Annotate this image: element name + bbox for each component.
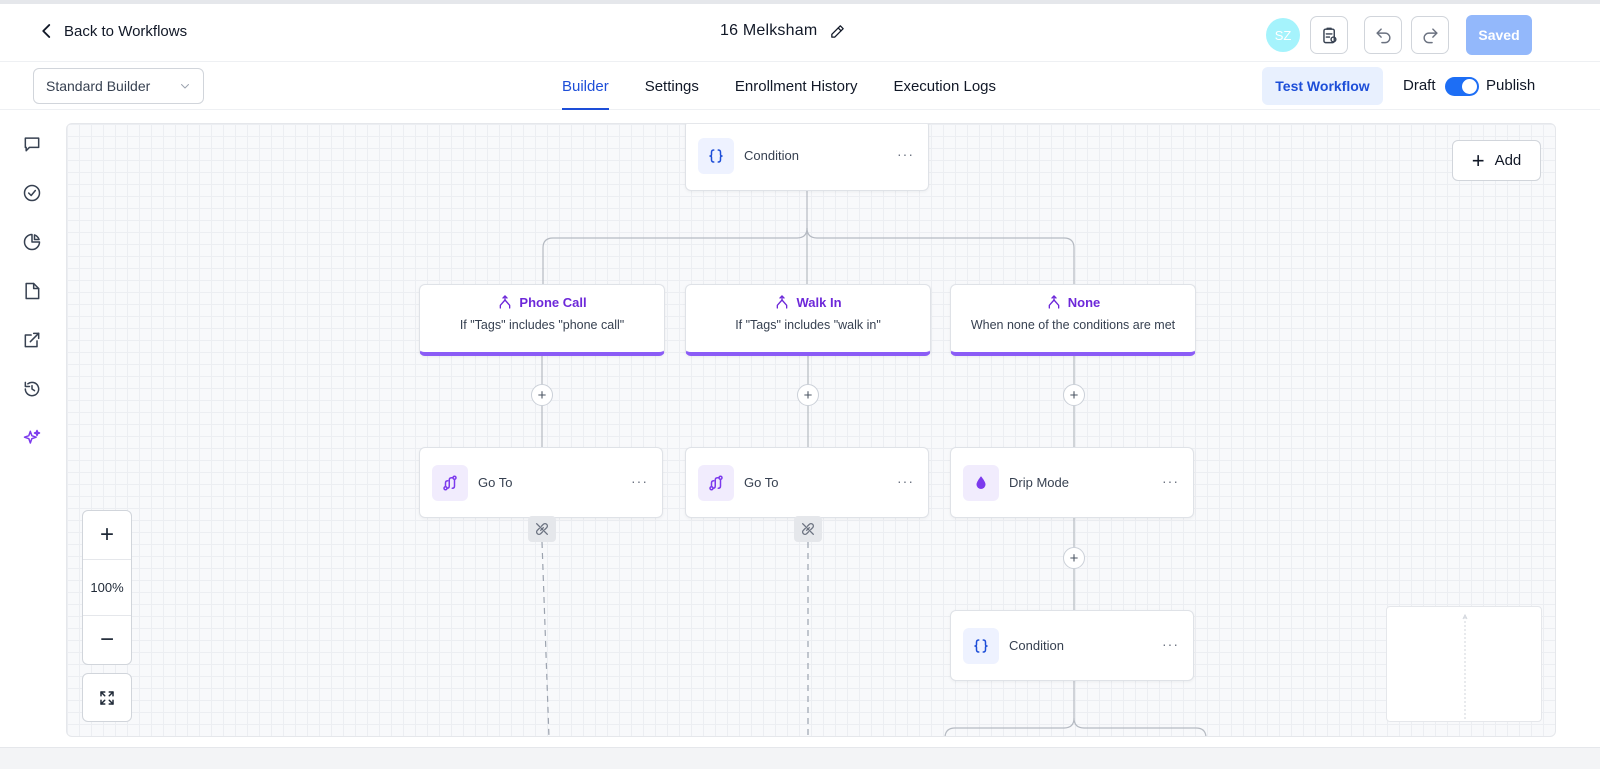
workflow-canvas[interactable]: Condition ··· Phone Call If "Tags" inclu… — [66, 123, 1556, 737]
add-button[interactable]: + Add — [1452, 140, 1541, 181]
chat-icon[interactable] — [20, 132, 44, 156]
route-icon — [432, 464, 468, 501]
back-to-workflows-link[interactable]: Back to Workflows — [38, 22, 187, 40]
branch-subtitle: When none of the conditions are met — [970, 318, 1176, 332]
tab-execution-logs[interactable]: Execution Logs — [893, 62, 996, 110]
zoom-in-button[interactable]: + — [83, 511, 131, 559]
braces-icon — [698, 137, 734, 174]
more-options-icon[interactable]: ··· — [897, 474, 914, 488]
add-label: Add — [1494, 152, 1522, 169]
undo-button[interactable] — [1364, 16, 1402, 54]
more-options-icon[interactable]: ··· — [1162, 474, 1179, 488]
node-label: Condition — [1009, 638, 1064, 653]
tab-enrollment-history[interactable]: Enrollment History — [735, 62, 858, 110]
connector-lines — [541, 190, 1207, 736]
condition-node-top[interactable]: Condition ··· — [685, 124, 929, 191]
branch-subtitle: If "Tags" includes "phone call" — [459, 318, 625, 332]
clipboard-icon — [1322, 27, 1337, 43]
more-options-icon[interactable]: ··· — [1162, 637, 1179, 651]
tab-bar: Builder Settings Enrollment History Exec… — [562, 62, 996, 110]
clipboard-button[interactable] — [1310, 16, 1348, 54]
top-header: Back to Workflows 16 Melksham SZ Saved — [0, 4, 1600, 62]
check-circle-icon[interactable] — [20, 181, 44, 205]
route-icon — [698, 464, 734, 501]
saved-button[interactable]: Saved — [1466, 15, 1532, 55]
pie-chart-icon[interactable] — [20, 230, 44, 254]
branch-node-phone-call[interactable]: Phone Call If "Tags" includes "phone cal… — [419, 284, 665, 356]
branch-subtitle: If "Tags" includes "walk in" — [735, 318, 881, 332]
zoom-out-button[interactable]: − — [83, 616, 131, 664]
node-label: Go To — [478, 475, 513, 490]
node-label: Go To — [744, 475, 779, 490]
add-step-button[interactable]: + — [797, 384, 819, 406]
add-step-button[interactable]: + — [1063, 547, 1085, 569]
branch-icon — [500, 295, 511, 309]
goto-node-1[interactable]: Go To ··· — [419, 447, 663, 518]
braces-icon — [963, 627, 999, 664]
node-label: Drip Mode — [1009, 475, 1069, 490]
condition-node-bottom[interactable]: Condition ··· — [950, 610, 1194, 681]
drip-mode-node[interactable]: Drip Mode ··· — [950, 447, 1194, 518]
builder-select-value: Standard Builder — [46, 78, 151, 94]
expand-icon — [100, 690, 114, 705]
broken-link-icon[interactable] — [794, 516, 822, 542]
history-icon[interactable] — [20, 377, 44, 401]
workflow-name: 16 Melksham — [720, 22, 818, 39]
pencil-icon[interactable] — [829, 23, 846, 40]
publish-label: Publish — [1486, 77, 1536, 94]
sub-header: Standard Builder Builder Settings Enroll… — [0, 62, 1600, 110]
goto-node-2[interactable]: Go To ··· — [685, 447, 929, 518]
test-workflow-button[interactable]: Test Workflow — [1262, 67, 1383, 105]
node-label: Condition — [744, 148, 799, 163]
fit-view-button[interactable] — [82, 673, 132, 722]
tab-builder[interactable]: Builder — [562, 62, 609, 110]
redo-button[interactable] — [1411, 16, 1449, 54]
branch-node-walk-in[interactable]: Walk In If "Tags" includes "walk in" — [685, 284, 931, 356]
more-options-icon[interactable]: ··· — [897, 147, 914, 161]
builder-select[interactable]: Standard Builder — [33, 68, 204, 104]
redo-icon — [1423, 27, 1438, 43]
toggle-knob — [1462, 79, 1477, 94]
left-rail — [0, 111, 66, 741]
branch-title: Phone Call — [519, 294, 587, 310]
external-link-icon[interactable] — [20, 328, 44, 352]
back-label: Back to Workflows — [64, 22, 188, 40]
plus-icon: + — [1471, 147, 1485, 173]
file-icon[interactable] — [20, 279, 44, 303]
add-step-button[interactable]: + — [531, 384, 553, 406]
chevron-left-icon — [42, 24, 51, 38]
add-step-button[interactable]: + — [1063, 384, 1085, 406]
drop-icon — [963, 464, 999, 501]
zoom-level: 100% — [83, 559, 131, 616]
chevron-down-icon — [181, 84, 189, 89]
workflow-title: 16 Melksham — [720, 22, 846, 40]
avatar[interactable]: SZ — [1266, 18, 1300, 52]
branch-icon — [777, 295, 788, 309]
branch-node-none[interactable]: None When none of the conditions are met — [950, 284, 1196, 356]
more-options-icon[interactable]: ··· — [631, 474, 648, 488]
branch-title: None — [1067, 294, 1101, 310]
branch-icon — [1048, 295, 1060, 309]
draft-label: Draft — [1403, 77, 1436, 94]
tab-settings[interactable]: Settings — [645, 62, 699, 110]
minimap[interactable] — [1386, 606, 1542, 722]
zoom-controls: + 100% − — [82, 510, 132, 665]
bottom-bar — [0, 747, 1600, 769]
branch-title: Walk In — [796, 294, 842, 310]
undo-icon — [1375, 27, 1390, 43]
publish-toggle[interactable] — [1445, 77, 1479, 96]
minimap-preview — [1462, 613, 1468, 719]
sparkles-icon[interactable] — [20, 426, 44, 450]
broken-link-icon[interactable] — [528, 516, 556, 542]
